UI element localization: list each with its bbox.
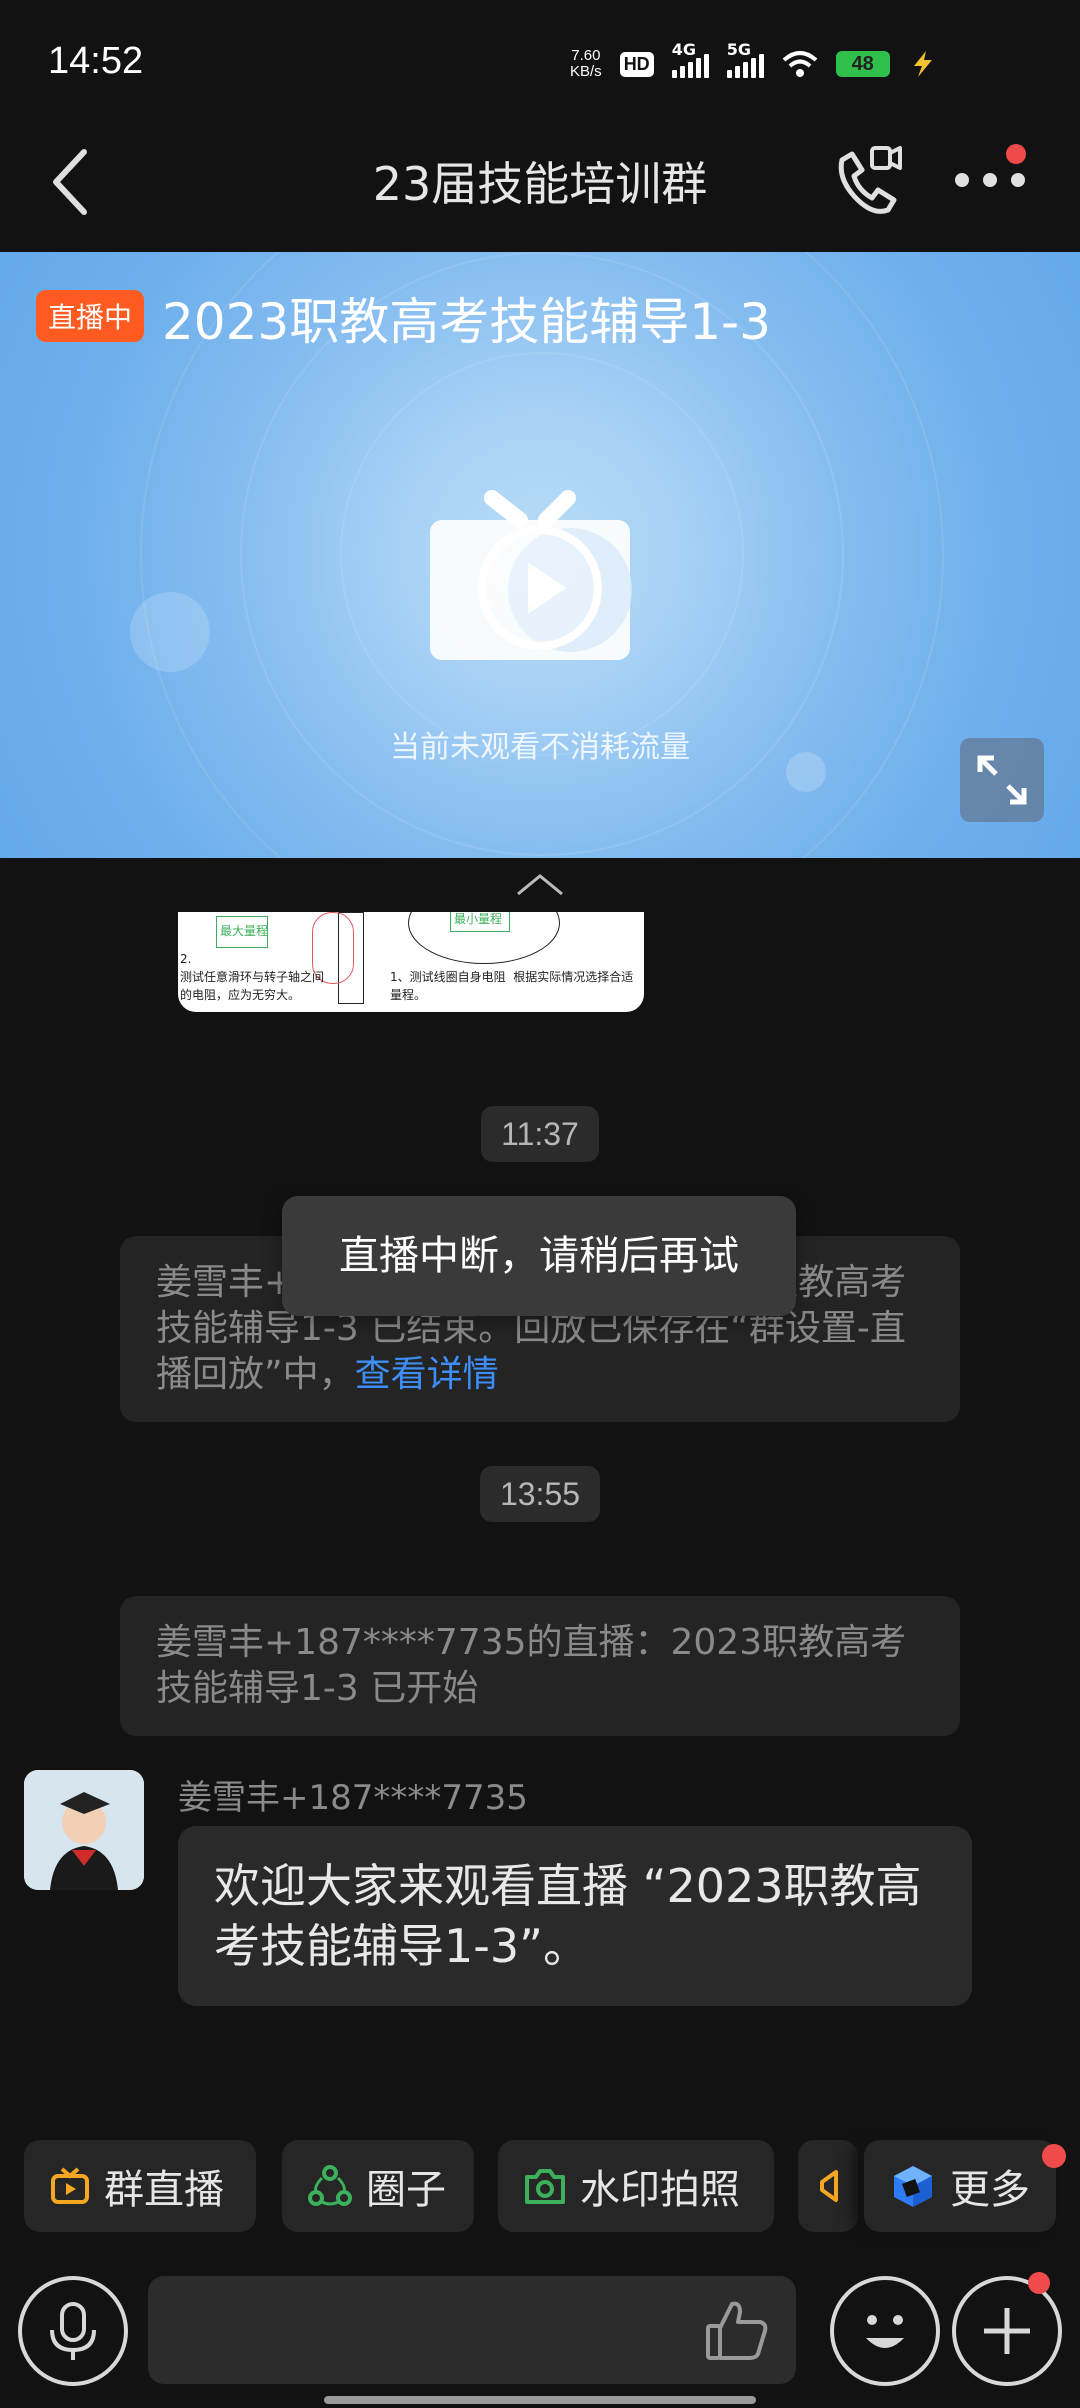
- wifi-icon: [782, 51, 818, 77]
- more-label: 更多: [950, 2167, 1030, 2213]
- network-speed: 7.60 KB/s: [570, 48, 602, 80]
- image-label-max-range: 最大量程: [220, 924, 269, 938]
- image-label-min-range: 最小量程: [454, 912, 503, 926]
- network-speed-unit: KB/s: [570, 63, 602, 80]
- status-time: 14:52: [48, 40, 144, 82]
- signal-5g-icon: 5G: [726, 40, 764, 78]
- group-live-button[interactable]: 群直播: [24, 2140, 256, 2232]
- voice-input-button[interactable]: [18, 2276, 128, 2386]
- play-icon[interactable]: [420, 462, 660, 662]
- more-options-button[interactable]: [952, 144, 1032, 210]
- timestamp: 11:37: [481, 1106, 599, 1162]
- watermark-photo-label: 水印拍照: [580, 2167, 740, 2213]
- timestamp-row: 11:37: [0, 1106, 1080, 1162]
- circle-group-icon: [308, 2165, 352, 2206]
- announcement-icon: [820, 2170, 838, 2202]
- circle-button[interactable]: 圈子: [282, 2140, 474, 2232]
- notification-dot: [1006, 144, 1026, 164]
- partial-action-button[interactable]: [798, 2140, 858, 2232]
- image-note-right: 1、测试线圈自身电阻 根据实际情况选择合适 量程。: [390, 970, 634, 1002]
- collapse-player-button[interactable]: [514, 870, 566, 900]
- view-details-link[interactable]: 查看详情: [355, 1354, 499, 1395]
- image-note-left: 2. 测试任意滑环与转子轴之间 的电阻，应为无穷大。: [180, 952, 325, 1002]
- timestamp: 13:55: [479, 1466, 601, 1522]
- video-call-button[interactable]: [832, 144, 904, 220]
- circle-label: 圈子: [366, 2167, 446, 2213]
- more-actions-button[interactable]: 更多: [864, 2140, 1056, 2232]
- plus-icon: [984, 2308, 1030, 2354]
- watermark-photo-button[interactable]: 水印拍照: [498, 2140, 774, 2232]
- thumbs-up-icon[interactable]: [702, 2296, 772, 2364]
- signal-5g-label: 5G: [726, 40, 751, 59]
- fullscreen-button[interactable]: [960, 738, 1044, 822]
- notification-dot: [1028, 2272, 1050, 2294]
- smiley-icon: [866, 2315, 904, 2348]
- cube-icon: [894, 2166, 932, 2207]
- image-message[interactable]: 最大量程 最小量程 2. 测试任意滑环与转子轴之间 的电阻，应为无穷大。 1、测…: [178, 912, 644, 1012]
- live-player[interactable]: 直播中 2023职教高考技能辅导1-3 当前未观看不消耗流量: [0, 252, 1080, 858]
- sender-name: 姜雪丰+187****7735: [178, 1778, 528, 1818]
- live-title: 2023职教高考技能辅导1-3: [162, 293, 771, 351]
- tv-live-icon: [51, 2167, 89, 2204]
- signal-4g-label: 4G: [671, 40, 696, 59]
- avatar-image: [24, 1770, 144, 1890]
- camera-icon: [525, 2169, 565, 2204]
- data-usage-hint: 当前未观看不消耗流量: [390, 730, 690, 765]
- charging-icon: [913, 51, 932, 77]
- network-speed-value: 7.60: [571, 47, 601, 64]
- add-attachment-button[interactable]: [952, 2276, 1062, 2386]
- avatar[interactable]: [24, 1770, 144, 1890]
- signal-4g-icon: 4G: [671, 40, 709, 78]
- home-indicator[interactable]: [324, 2396, 756, 2404]
- chevron-up-icon: [517, 874, 563, 896]
- live-status-badge: 直播中: [36, 290, 145, 342]
- system-message: 姜雪丰+187****7735的直播：2023职教高考技能辅导1-3 已开始: [120, 1596, 960, 1736]
- message-bubble[interactable]: 欢迎大家来观看直播 “2023职教高考技能辅导1-3”。: [178, 1826, 972, 2006]
- microphone-icon: [50, 2302, 96, 2360]
- timestamp-row: 13:55: [0, 1466, 1080, 1522]
- notification-dot: [1042, 2144, 1066, 2168]
- battery-icon: 48: [835, 51, 890, 77]
- status-icons: 7.60 KB/s HD 4G 5G 48: [570, 40, 938, 84]
- emoji-button[interactable]: [830, 2276, 940, 2386]
- group-live-label: 群直播: [104, 2167, 224, 2213]
- message-input[interactable]: [148, 2276, 796, 2384]
- chat-title: 23届技能培训群: [372, 157, 708, 211]
- phone-video-icon: [838, 146, 902, 214]
- toast-message: 直播中断，请稍后再试: [282, 1196, 796, 1316]
- expand-icon: [977, 755, 1027, 805]
- hd-voice-icon: HD: [619, 51, 654, 77]
